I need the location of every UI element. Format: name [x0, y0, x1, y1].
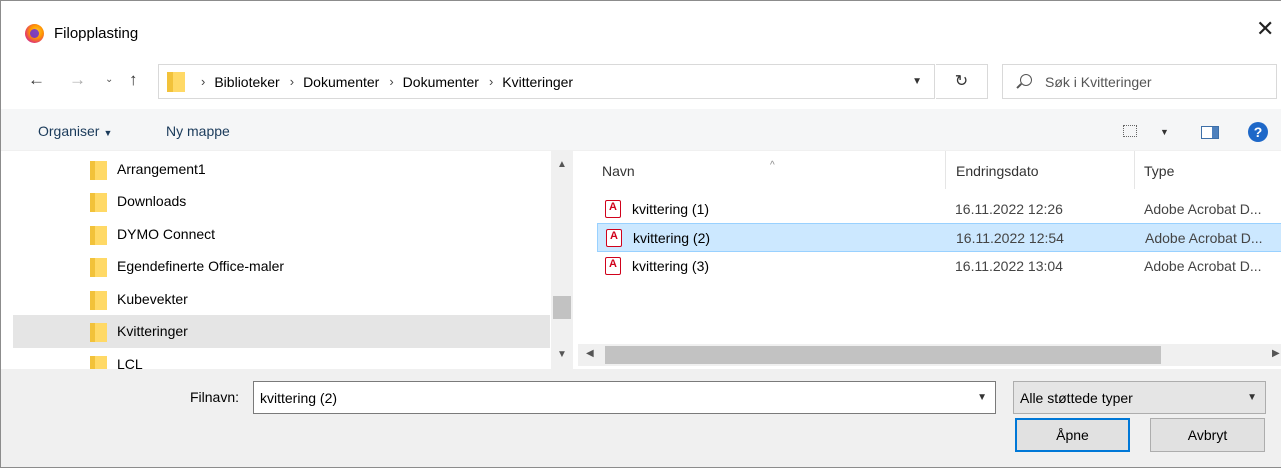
refresh-button[interactable]: ↻	[936, 64, 988, 99]
tree-item-label: LCL	[117, 356, 143, 369]
new-folder-button[interactable]: Ny mappe	[166, 123, 230, 139]
folder-icon	[90, 356, 107, 369]
folder-icon	[90, 193, 107, 212]
file-list: Navn ^ Endringsdato Type kvittering (1) 1…	[578, 151, 1281, 369]
preview-pane-icon[interactable]	[1201, 126, 1219, 139]
chevron-down-icon[interactable]: ▼	[1160, 127, 1169, 137]
title-bar: Filopplasting ✕	[1, 1, 1281, 53]
folder-icon	[90, 323, 107, 342]
filetype-select[interactable]: Alle støttede typer ▼	[1013, 381, 1266, 414]
close-icon[interactable]: ✕	[1256, 18, 1274, 40]
tree-item-selected[interactable]: Kvitteringer	[13, 315, 550, 348]
breadcrumb-item[interactable]: Dokumenter	[303, 74, 379, 90]
file-type: Adobe Acrobat D...	[1144, 201, 1262, 217]
file-row[interactable]: kvittering (3) 16.11.2022 13:04 Adobe Ac…	[597, 252, 1281, 281]
recent-locations-chevron-icon[interactable]: ⌄	[105, 75, 113, 85]
cancel-button[interactable]: Avbryt	[1150, 418, 1265, 452]
column-divider[interactable]	[945, 151, 946, 189]
help-icon[interactable]: ?	[1248, 122, 1268, 142]
scrollbar-thumb[interactable]	[605, 346, 1161, 364]
file-upload-dialog: Filopplasting ✕ ← → ⌄ ↑ › Biblioteker › …	[0, 0, 1281, 468]
pdf-file-icon	[606, 229, 622, 247]
scroll-left-icon[interactable]: ◀	[586, 348, 594, 359]
command-toolbar: Organiser ▼ Ny mappe ▼ ?	[1, 109, 1281, 151]
folder-icon	[167, 72, 185, 92]
tree-item-label: DYMO Connect	[117, 226, 216, 242]
tree-item-label: Arrangement1	[117, 161, 206, 177]
breadcrumb-separator-icon: ›	[201, 74, 206, 89]
tree-item[interactable]: Kubevekter	[13, 283, 550, 316]
pdf-file-icon	[605, 257, 621, 275]
tree-item[interactable]: DYMO Connect	[13, 218, 550, 251]
file-type: Adobe Acrobat D...	[1144, 258, 1262, 274]
breadcrumb-separator-icon: ›	[289, 74, 295, 89]
scroll-right-icon[interactable]: ▶	[1272, 348, 1280, 359]
column-header-name-label: Navn	[602, 163, 635, 179]
column-header-name[interactable]: Navn ^	[602, 160, 775, 179]
column-header-date[interactable]: Endringsdato	[956, 163, 1039, 179]
breadcrumb: › Biblioteker › Dokumenter › Dokumenter …	[191, 74, 573, 90]
tree-item-label: Downloads	[117, 193, 187, 209]
breadcrumb-item[interactable]: Dokumenter	[403, 74, 479, 90]
chevron-down-icon: ▼	[1247, 392, 1257, 403]
file-name: kvittering (3)	[632, 258, 710, 274]
folder-icon	[90, 291, 107, 310]
folder-icon	[90, 226, 107, 245]
file-name: kvittering (1)	[632, 201, 710, 217]
file-list-scrollbar[interactable]: ◀ ▶	[578, 344, 1281, 366]
tree-item-label: Kvitteringer	[117, 323, 188, 339]
organise-button[interactable]: Organiser ▼	[38, 123, 112, 139]
filename-value: kvittering (2)	[260, 390, 338, 406]
filename-input[interactable]: kvittering (2) ▼	[253, 381, 996, 414]
file-row[interactable]: kvittering (1) 16.11.2022 12:26 Adobe Ac…	[597, 195, 1281, 224]
folder-icon	[90, 258, 107, 277]
dialog-footer: Filnavn: kvittering (2) ▼ Alle støttede …	[1, 369, 1281, 467]
file-row-selected[interactable]: kvittering (2) 16.11.2022 12:54 Adobe Ac…	[597, 223, 1281, 252]
view-options-icon[interactable]	[1123, 125, 1137, 137]
breadcrumb-separator-icon: ›	[389, 74, 394, 89]
window-title: Filopplasting	[54, 25, 139, 42]
navigation-bar: ← → ⌄ ↑ › Biblioteker › Dokumenter › Dok…	[1, 53, 1281, 109]
pdf-file-icon	[605, 200, 621, 218]
tree-item[interactable]: Downloads	[13, 185, 550, 218]
tree-item[interactable]: LCL	[13, 348, 550, 369]
navigation-pane: Arrangement1 Downloads DYMO Connect Egen…	[1, 151, 576, 369]
search-placeholder: Søk i Kvitteringer	[1045, 74, 1152, 90]
scrollbar-thumb[interactable]	[553, 296, 571, 319]
open-button[interactable]: Åpne	[1015, 418, 1130, 452]
tree-scrollbar[interactable]: ▲ ▼	[551, 151, 573, 369]
folder-icon	[90, 161, 107, 180]
scroll-up-icon[interactable]: ▲	[557, 159, 567, 170]
file-date: 16.11.2022 12:54	[956, 230, 1064, 246]
scroll-down-icon[interactable]: ▼	[557, 349, 567, 360]
chevron-down-icon: ▼	[103, 128, 113, 138]
tree-item[interactable]: Egendefinerte Office-maler	[13, 250, 550, 283]
chevron-down-icon[interactable]: ▼	[912, 76, 922, 87]
search-icon	[1020, 74, 1032, 86]
file-type: Adobe Acrobat D...	[1145, 230, 1263, 246]
organise-label: Organiser	[38, 123, 100, 139]
breadcrumb-item[interactable]: Biblioteker	[214, 74, 279, 90]
up-arrow-icon[interactable]: ↑	[129, 71, 138, 88]
back-arrow-icon[interactable]: ←	[28, 71, 45, 88]
tree-item-label: Kubevekter	[117, 291, 188, 307]
forward-arrow-icon[interactable]: →	[69, 71, 86, 88]
breadcrumb-separator-icon: ›	[488, 74, 494, 89]
breadcrumb-item[interactable]: Kvitteringer	[502, 74, 573, 90]
tree-item[interactable]: Arrangement1	[13, 153, 550, 186]
column-divider[interactable]	[1134, 151, 1135, 189]
tree-item-label: Egendefinerte Office-maler	[117, 258, 285, 274]
file-date: 16.11.2022 13:04	[955, 258, 1063, 274]
firefox-icon	[25, 24, 44, 43]
address-bar[interactable]: › Biblioteker › Dokumenter › Dokumenter …	[158, 64, 935, 99]
sort-ascending-icon: ^	[770, 160, 775, 171]
chevron-down-icon[interactable]: ▼	[977, 392, 987, 403]
file-date: 16.11.2022 12:26	[955, 201, 1063, 217]
column-header-type[interactable]: Type	[1144, 163, 1174, 179]
file-name: kvittering (2)	[633, 230, 711, 246]
search-input[interactable]: Søk i Kvitteringer	[1002, 64, 1277, 99]
filetype-value: Alle støttede typer	[1020, 390, 1133, 406]
filename-label: Filnavn:	[190, 389, 240, 405]
